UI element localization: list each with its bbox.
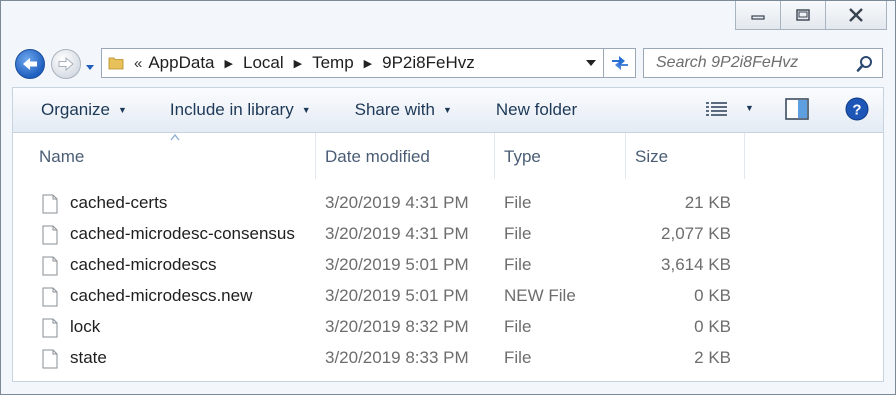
include-in-library-label: Include in library bbox=[169, 100, 294, 119]
file-size: 2 KB bbox=[694, 348, 731, 367]
address-dropdown-icon[interactable] bbox=[585, 58, 597, 68]
column-header-row: Name Date modified Type Size bbox=[13, 133, 883, 179]
column-divider[interactable] bbox=[625, 133, 626, 179]
file-row[interactable]: cached-certs 3/20/2019 4:31 PM File 21 K… bbox=[13, 187, 883, 218]
file-row[interactable]: lock 3/20/2019 8:32 PM File 0 KB bbox=[13, 311, 883, 342]
breadcrumb-temp[interactable]: Temp bbox=[312, 53, 354, 73]
column-header-date[interactable]: Date modified bbox=[325, 147, 430, 167]
organize-label: Organize bbox=[41, 100, 110, 119]
help-icon[interactable]: ? bbox=[845, 97, 869, 121]
breadcrumb-appdata[interactable]: AppData bbox=[148, 53, 214, 73]
file-type: File bbox=[504, 193, 532, 212]
column-divider[interactable] bbox=[744, 133, 745, 179]
close-button[interactable] bbox=[826, 1, 887, 30]
file-icon bbox=[42, 349, 58, 369]
organize-button[interactable]: Organize ▼ bbox=[41, 100, 127, 120]
file-icon bbox=[42, 194, 58, 214]
chevron-down-icon bbox=[86, 65, 94, 70]
file-size: 0 KB bbox=[694, 286, 731, 305]
close-icon bbox=[849, 8, 863, 22]
file-row[interactable]: cached-microdescs 3/20/2019 5:01 PM File… bbox=[13, 249, 883, 280]
file-name: cached-microdescs.new bbox=[70, 286, 253, 305]
breadcrumb-current[interactable]: 9P2i8FeHvz bbox=[382, 53, 475, 73]
column-header-size[interactable]: Size bbox=[635, 147, 668, 167]
file-list-pane: Name Date modified Type Size cached-cert… bbox=[12, 133, 884, 382]
file-type: File bbox=[504, 224, 532, 243]
chevron-down-icon: ▼ bbox=[442, 105, 452, 115]
file-type: File bbox=[504, 348, 532, 367]
file-icon bbox=[42, 256, 58, 276]
file-list: cached-certs 3/20/2019 4:31 PM File 21 K… bbox=[13, 187, 883, 373]
sort-ascending-icon bbox=[170, 133, 180, 141]
search-input[interactable] bbox=[654, 53, 848, 73]
file-row[interactable]: state 3/20/2019 8:33 PM File 2 KB bbox=[13, 342, 883, 373]
refresh-button[interactable] bbox=[604, 48, 636, 78]
address-bar[interactable]: « AppData ▶ Local ▶ Temp ▶ 9P2i8FeHvz bbox=[101, 48, 604, 78]
svg-text:?: ? bbox=[852, 102, 861, 119]
new-folder-button[interactable]: New folder bbox=[496, 100, 577, 120]
search-box[interactable] bbox=[643, 48, 883, 78]
preview-pane-icon[interactable] bbox=[785, 98, 809, 120]
command-bar: Organize ▼ Include in library ▼ Share with… bbox=[12, 87, 884, 133]
file-row[interactable]: cached-microdescs.new 3/20/2019 5:01 PM … bbox=[13, 280, 883, 311]
overflow-chevron[interactable]: « bbox=[134, 55, 142, 72]
file-type: File bbox=[504, 317, 532, 336]
restore-button[interactable] bbox=[781, 1, 826, 30]
include-in-library-button[interactable]: Include in library ▼ bbox=[170, 100, 311, 120]
share-with-label: Share with bbox=[354, 100, 435, 119]
breadcrumb-separator-icon[interactable]: ▶ bbox=[294, 57, 302, 70]
forward-button[interactable] bbox=[51, 49, 81, 79]
column-header-type[interactable]: Type bbox=[504, 147, 541, 167]
file-icon bbox=[42, 225, 58, 245]
explorer-window: « AppData ▶ Local ▶ Temp ▶ 9P2i8FeHvz Or… bbox=[0, 0, 896, 395]
file-name: lock bbox=[70, 317, 101, 336]
file-size: 21 KB bbox=[684, 193, 731, 212]
file-date: 3/20/2019 4:31 PM bbox=[325, 193, 469, 212]
file-name: cached-certs bbox=[70, 193, 168, 212]
search-icon[interactable] bbox=[856, 55, 874, 73]
chevron-down-icon: ▼ bbox=[117, 105, 127, 115]
file-name: cached-microdescs bbox=[70, 255, 217, 274]
file-icon bbox=[42, 318, 58, 338]
file-date: 3/20/2019 5:01 PM bbox=[325, 286, 469, 305]
file-date: 3/20/2019 5:01 PM bbox=[325, 255, 469, 274]
change-view-icon[interactable] bbox=[705, 100, 729, 118]
column-divider[interactable] bbox=[494, 133, 495, 179]
file-type: NEW File bbox=[504, 286, 576, 305]
file-date: 3/20/2019 4:31 PM bbox=[325, 224, 469, 243]
file-name: state bbox=[70, 348, 107, 367]
file-name: cached-microdesc-consensus bbox=[70, 224, 295, 243]
column-divider[interactable] bbox=[315, 133, 316, 179]
restore-icon bbox=[796, 9, 810, 21]
column-header-name[interactable]: Name bbox=[39, 147, 84, 167]
back-button[interactable] bbox=[15, 49, 45, 79]
recent-pages-dropdown[interactable] bbox=[85, 59, 95, 77]
breadcrumb: « AppData ▶ Local ▶ Temp ▶ 9P2i8FeHvz bbox=[134, 53, 485, 73]
file-size: 2,077 KB bbox=[661, 224, 731, 243]
new-folder-label: New folder bbox=[495, 100, 578, 119]
refresh-icon bbox=[611, 56, 628, 70]
file-size: 0 KB bbox=[694, 317, 731, 336]
file-date: 3/20/2019 8:32 PM bbox=[325, 317, 469, 336]
file-date: 3/20/2019 8:33 PM bbox=[325, 348, 469, 367]
view-dropdown-icon[interactable]: ▼ bbox=[745, 103, 754, 113]
file-icon bbox=[42, 287, 58, 307]
file-type: File bbox=[504, 255, 532, 274]
chevron-down-icon: ▼ bbox=[301, 105, 311, 115]
minimize-button[interactable] bbox=[735, 1, 781, 30]
caption-buttons bbox=[735, 1, 887, 31]
breadcrumb-separator-icon[interactable]: ▶ bbox=[364, 57, 372, 70]
forward-arrow-icon bbox=[58, 56, 74, 72]
file-size: 3,614 KB bbox=[661, 255, 731, 274]
breadcrumb-local[interactable]: Local bbox=[243, 53, 284, 73]
share-with-button[interactable]: Share with ▼ bbox=[355, 100, 452, 120]
folder-icon bbox=[108, 57, 124, 70]
back-arrow-icon bbox=[23, 58, 37, 70]
minimize-icon bbox=[751, 15, 765, 20]
file-row[interactable]: cached-microdesc-consensus 3/20/2019 4:3… bbox=[13, 218, 883, 249]
breadcrumb-separator-icon[interactable]: ▶ bbox=[225, 57, 233, 70]
address-row: « AppData ▶ Local ▶ Temp ▶ 9P2i8FeHvz bbox=[1, 45, 895, 83]
